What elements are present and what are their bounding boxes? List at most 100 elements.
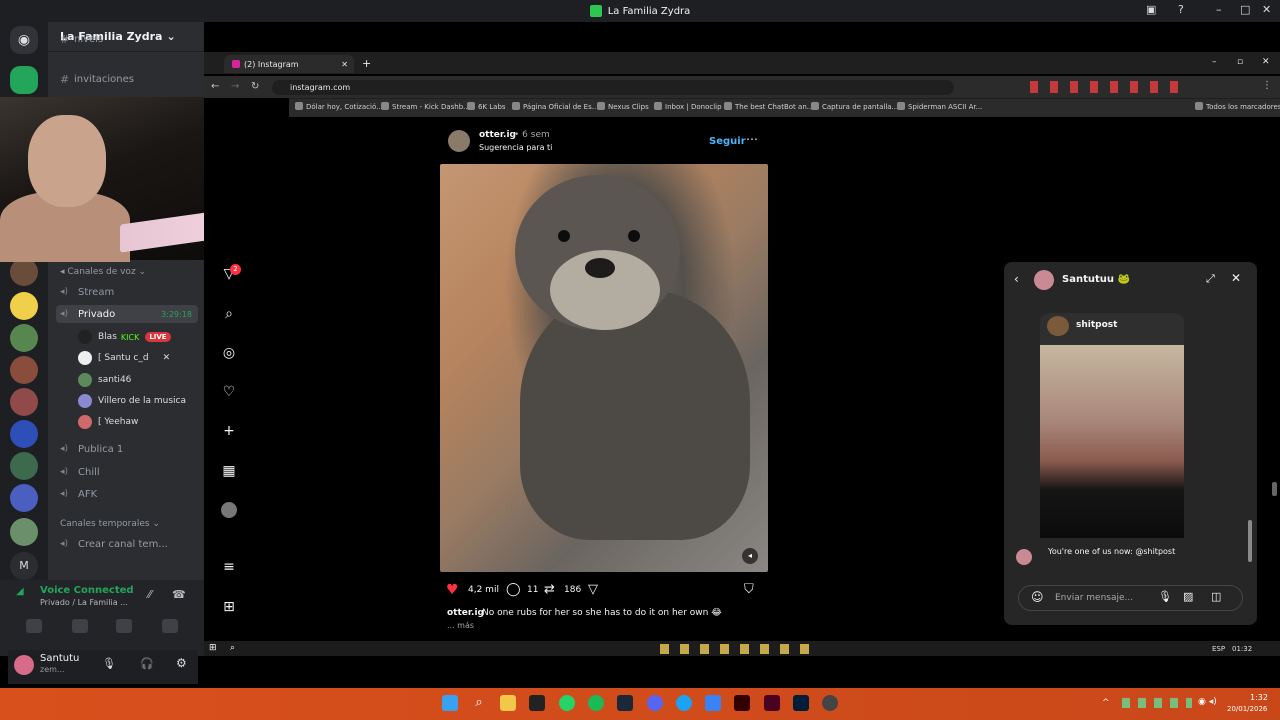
server-icon[interactable] (10, 388, 38, 416)
tray-chevron-icon[interactable]: ^ (1102, 698, 1110, 708)
shared-post-image[interactable] (1040, 345, 1184, 538)
expand-icon[interactable]: ⤢ (1206, 272, 1215, 286)
file-explorer-icon[interactable] (500, 695, 516, 711)
save-bookmark-icon[interactable]: ⛉ (744, 582, 754, 597)
channel-nivels[interactable]: # nivels (60, 30, 103, 48)
tray-icons[interactable] (1122, 698, 1192, 708)
whatsapp-icon[interactable] (559, 695, 575, 711)
forward-icon[interactable]: → (231, 81, 239, 92)
emoji-icon[interactable]: ☺ (1031, 590, 1044, 604)
voice-channel-privado[interactable]: ◂) Privado 3:29:18 (56, 305, 198, 323)
image-upload-icon[interactable]: ▨ (1183, 590, 1193, 603)
more-options-icon[interactable]: ⋯ (746, 132, 758, 146)
voice-user[interactable]: Villero de la musica (78, 392, 186, 410)
bookmark-folder[interactable]: Todos los marcadores (1195, 102, 1280, 111)
dashboard-icon[interactable]: ▦ (219, 461, 239, 481)
voice-user[interactable]: [ Santu c_d ✕ (78, 349, 170, 367)
bookmark[interactable]: Página Oficial de Es... (512, 102, 598, 111)
maximize-button[interactable]: □ (1240, 3, 1250, 16)
repost-icon[interactable]: ⇄ (544, 582, 555, 597)
page-scrollbar[interactable] (1272, 482, 1277, 496)
caption-username[interactable]: otter.ig (447, 608, 484, 618)
browser-minimize-button[interactable]: – (1212, 57, 1217, 67)
channel-invitaciones[interactable]: # invitaciones (60, 70, 134, 88)
app-icon[interactable] (705, 695, 721, 711)
dm-contact-name[interactable]: Santutuu 🐸 (1062, 274, 1130, 285)
new-tab-button[interactable]: + (362, 57, 371, 70)
bookmark[interactable]: Captura de pantalla... (811, 102, 898, 111)
category-voice[interactable]: ◂ Canales de voz ⌄ (60, 267, 146, 277)
comment-icon[interactable]: ◯ (506, 582, 521, 597)
message-input[interactable]: Enviar mensaje... (1018, 585, 1243, 611)
server-icon[interactable] (10, 484, 38, 512)
server-icon[interactable] (10, 452, 38, 480)
server-icon-green[interactable] (10, 66, 38, 94)
create-icon[interactable]: + (219, 421, 239, 441)
post-author-avatar[interactable] (448, 130, 470, 152)
start-icon[interactable] (442, 695, 458, 711)
bookmark[interactable]: Stream - Kick Dashb... (381, 102, 470, 111)
app-icon[interactable] (529, 695, 545, 711)
browser-close-button[interactable]: ✕ (1262, 57, 1270, 67)
voice-channel-afk[interactable]: ◂) AFK (60, 485, 97, 503)
post-username[interactable]: otter.ig (479, 130, 516, 140)
discord-taskbar-icon[interactable] (647, 695, 663, 711)
bookmark[interactable]: Spiderman ASCII Ar... (897, 102, 982, 111)
tab-instagram[interactable]: (2) Instagram ✕ (224, 55, 354, 73)
bookmark[interactable]: Inbox | Donoclip (654, 102, 722, 111)
avatar[interactable] (14, 655, 34, 675)
clock-time[interactable]: 1:32 (1250, 693, 1268, 702)
noise-suppression-icon[interactable]: ⁄⁄ (148, 588, 152, 601)
chrome-icon[interactable] (822, 695, 838, 711)
more-menu-icon[interactable]: ≡ (219, 557, 239, 577)
clock-date[interactable]: 20/01/2026 (1227, 705, 1267, 713)
mute-icon[interactable]: ◂ (742, 548, 758, 564)
activities-icon[interactable] (116, 619, 132, 633)
back-icon[interactable]: ← (211, 81, 219, 92)
wifi-volume-icons[interactable]: ◉ ◂) (1198, 697, 1217, 707)
voice-user[interactable]: santi46 (78, 371, 131, 389)
photoshop-icon[interactable] (793, 695, 809, 711)
server-icon[interactable] (10, 518, 38, 546)
voice-channel-publica[interactable]: ◂) Publica 1 (60, 440, 123, 458)
illustrator-icon[interactable] (734, 695, 750, 711)
extensions-icons[interactable] (1030, 81, 1180, 93)
inner-start-icon[interactable]: ⊞ (209, 643, 217, 653)
steam-icon[interactable] (617, 695, 633, 711)
voice-channel-stream[interactable]: ◂) Stream (60, 283, 114, 301)
bookmark[interactable]: The best ChatBot an... (724, 102, 813, 111)
indesign-icon[interactable] (764, 695, 780, 711)
inner-taskbar-apps[interactable] (660, 644, 820, 654)
help-icon[interactable]: ? (1178, 3, 1184, 16)
browser-maximize-button[interactable]: ▫ (1237, 57, 1243, 67)
caption-more-link[interactable]: ... más (447, 621, 474, 630)
search-icon[interactable]: ⌕ (219, 304, 239, 324)
like-heart-icon[interactable]: ♥ (446, 582, 459, 598)
edge-icon[interactable] (676, 695, 692, 711)
close-window-button[interactable]: ✕ (1262, 3, 1271, 16)
voice-user[interactable]: [ Yeehaw (78, 413, 138, 431)
settings-gear-icon[interactable]: ⚙ (176, 656, 187, 670)
bookmark[interactable]: Dólar hoy, Cotizació... (295, 102, 383, 111)
follow-button[interactable]: Seguir (709, 136, 746, 147)
spotify-icon[interactable] (588, 695, 604, 711)
menu-icon[interactable]: ⋮ (1262, 80, 1272, 91)
voice-user[interactable]: Blas KICK LIVE (78, 328, 171, 346)
server-icon[interactable] (10, 420, 38, 448)
disconnect-icon[interactable]: ☎ (172, 588, 186, 601)
profile-avatar[interactable] (221, 502, 237, 518)
server-icon-m[interactable]: M (10, 552, 38, 580)
voice-channel-chill[interactable]: ◂) Chill (60, 463, 100, 481)
close-tab-icon[interactable]: ✕ (341, 60, 348, 69)
dm-scrollbar[interactable] (1248, 520, 1252, 562)
microphone-icon[interactable]: 🎙 (102, 657, 116, 670)
sticker-icon[interactable]: ◫ (1211, 590, 1221, 603)
dm-contact-avatar[interactable] (1034, 270, 1054, 290)
voice-location[interactable]: Privado / La Familia ... (40, 598, 128, 607)
search-taskbar-icon[interactable]: ⌕ (471, 695, 487, 711)
voice-message-icon[interactable]: 🎙 (1158, 590, 1172, 603)
url-input[interactable]: instagram.com (272, 80, 954, 95)
bookmark[interactable]: Nexus Clips (597, 102, 649, 111)
share-icon[interactable]: ▽ (588, 582, 598, 597)
discord-home-icon[interactable]: ◉ (10, 26, 38, 54)
